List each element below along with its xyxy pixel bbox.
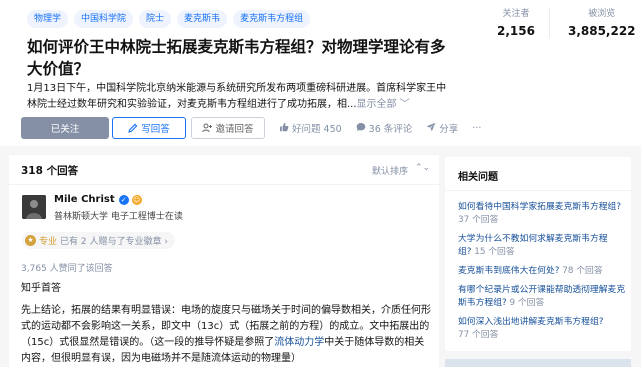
author-name[interactable]: Mile Christ ✓ ☺ <box>54 194 142 205</box>
comment-icon <box>356 122 369 135</box>
question-stats: 关注者 2,156 被浏览 3,885,222 <box>497 8 636 39</box>
share-button[interactable]: 分享 <box>426 121 458 135</box>
write-answer-button[interactable]: 写回答 <box>112 117 186 139</box>
related-question-link[interactable]: 如何深入浅出地讲解麦克斯韦方程组? <box>458 317 603 327</box>
avatar[interactable] <box>22 195 46 219</box>
author-name-text: Mile Christ <box>54 194 115 205</box>
answer-list-header: 318 个回答 默认排序 ⌃⌄ <box>9 155 439 185</box>
related-question-link[interactable]: 麦克斯韦到底伟大在何处? <box>458 266 559 276</box>
topic-tag[interactable]: 物理学 <box>27 10 69 28</box>
invite-label: 邀请回答 <box>215 124 254 135</box>
related-answer-count: 15 个回答 <box>474 247 515 257</box>
good-question-button[interactable]: 好问题 450 <box>279 121 342 135</box>
followers-stat[interactable]: 关注者 2,156 <box>497 8 535 39</box>
related-questions: 相关问题 如何看待中国科学家拓展麦克斯韦方程组? 37 个回答 大学为什么不教如何… <box>445 157 631 351</box>
smile-badge-icon: ☺ <box>131 194 142 205</box>
medal-icon: ★ <box>25 235 36 246</box>
related-item[interactable]: 有哪个纪录片或公开课能帮助透彻理解麦克斯韦方程组? 9 个回答 <box>458 284 628 310</box>
answer-list: 318 个回答 默认排序 ⌃⌄ Mile Christ ✓ ☺ 普林斯顿大学 电… <box>9 155 439 367</box>
related-list: 如何看待中国科学家拓展麦克斯韦方程组? 37 个回答 大学为什么不教如何求解麦克斯… <box>458 201 628 348</box>
topic-tag[interactable]: 院士 <box>139 10 172 28</box>
verified-badge-icon: ✓ <box>118 194 129 205</box>
write-answer-label: 写回答 <box>141 124 170 135</box>
related-divider <box>445 190 631 191</box>
topic-tag[interactable]: 麦克斯韦方程组 <box>233 10 311 28</box>
professional-text: 已有 2 人赠与了专业徽章 › <box>60 237 168 247</box>
followers-value: 2,156 <box>497 24 535 38</box>
professional-badge-pill[interactable]: ★ 专业 已有 2 人赠与了专业徽章 › <box>22 232 175 249</box>
related-item[interactable]: 大学为什么不教如何求解麦克斯韦方程组? 15 个回答 <box>458 233 628 259</box>
follow-button[interactable]: 已关注 <box>21 117 109 139</box>
topic-tag[interactable]: 麦克斯韦 <box>177 10 228 28</box>
related-answer-count: 37 个回答 <box>458 215 499 225</box>
views-stat: 被浏览 3,885,222 <box>568 8 636 39</box>
sort-dropdown[interactable]: 默认排序 <box>372 164 408 177</box>
topic-tags: 物理学 中国科学院 院士 麦克斯韦 麦克斯韦方程组 <box>27 10 311 28</box>
views-value: 3,885,222 <box>567 24 636 38</box>
answer-count: 318 个回答 <box>21 165 79 177</box>
answer-body: 先上结论，拓展的结果有明显错误：电场的旋度只与磁场关于时间的偏导数相关，介质任何… <box>21 303 434 367</box>
more-options-button[interactable]: ··· <box>472 123 481 134</box>
question-title: 如何评价王中林院士拓展麦克斯韦方程组？对物理学理论有多大价值？ <box>27 38 446 78</box>
related-item[interactable]: 如何深入浅出地讲解麦克斯韦方程组? 77 个回答 <box>458 316 628 342</box>
author-headline: 普林斯顿大学 电子工程博士在读 <box>54 212 183 222</box>
comment-button[interactable]: 36 条评论 <box>356 121 413 135</box>
related-answer-count: 9 个回答 <box>509 298 545 308</box>
comment-label: 36 条评论 <box>368 124 413 135</box>
first-answer-tag: 知乎首答 <box>21 283 61 294</box>
good-question-label: 好问题 450 <box>292 124 342 135</box>
related-question-link[interactable]: 如何看待中国科学家拓展麦克斯韦方程组? <box>458 202 621 212</box>
views-label: 被浏览 <box>588 9 616 19</box>
topic-tag[interactable]: 中国科学院 <box>74 10 134 28</box>
topic-link[interactable]: 流体动力学 <box>274 337 324 348</box>
related-item[interactable]: 麦克斯韦到底伟大在何处? 78 个回答 <box>458 265 628 278</box>
question-actions: 已关注 写回答 邀请回答 好问题 450 36 条评论 分享 ··· <box>21 117 481 139</box>
sort-toggle-icon[interactable]: ⌃⌄ <box>415 163 430 173</box>
stats-divider <box>548 8 550 38</box>
question-description: 1月13日下午，中国科学院北京纳米能源与系统研究所发布两项重磅科研进展。首席科学… <box>27 81 447 113</box>
pen-icon <box>128 123 138 133</box>
invite-user-icon <box>202 123 213 133</box>
related-title: 相关问题 <box>458 172 498 183</box>
sidebar-banner <box>445 359 631 367</box>
professional-label: 专业 <box>39 237 58 247</box>
show-all-link[interactable]: 显示全部 ﹀ <box>357 99 410 110</box>
invite-button[interactable]: 邀请回答 <box>191 117 265 139</box>
upvote-count: 3,765 人赞同了该回答 <box>21 264 113 274</box>
related-answer-count: 77 个回答 <box>458 330 499 340</box>
related-item[interactable]: 如何看待中国科学家拓展麦克斯韦方程组? 37 个回答 <box>458 201 628 227</box>
related-answer-count: 78 个回答 <box>562 266 603 276</box>
share-label: 分享 <box>439 124 459 135</box>
thumbs-up-icon <box>279 122 292 135</box>
question-header: 物理学 中国科学院 院士 麦克斯韦 麦克斯韦方程组 关注者 2,156 被浏览 … <box>0 0 641 146</box>
share-icon <box>426 122 439 135</box>
followers-label: 关注者 <box>502 9 530 19</box>
